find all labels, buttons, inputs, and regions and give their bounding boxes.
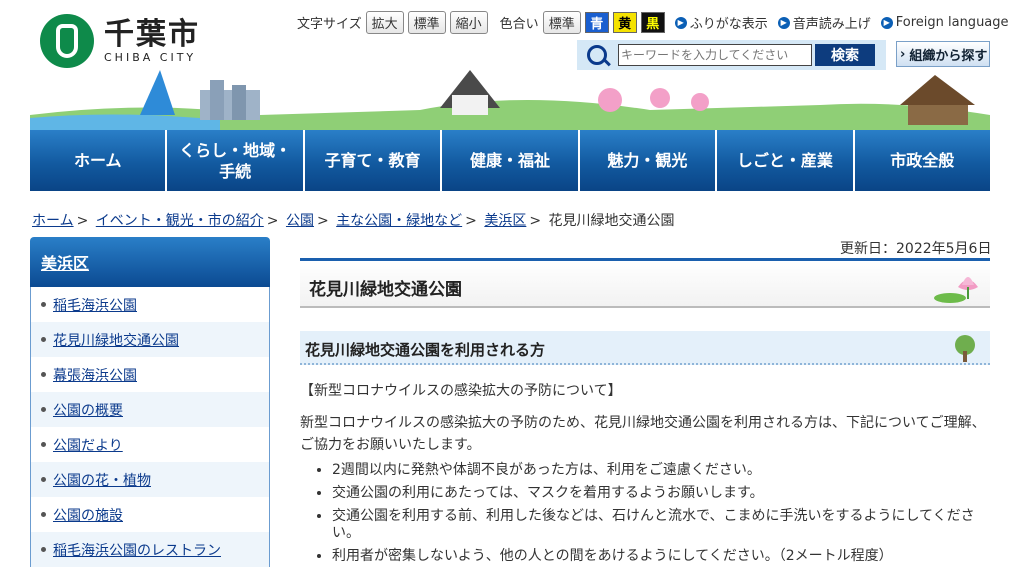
nav-home[interactable]: ホーム (30, 130, 168, 191)
list-item: 利用者が密集しないよう、他の人との間をあけるようにしてください。（2メートル程度… (332, 548, 990, 565)
updated-date: 更新日：2022年5月6日 (840, 241, 992, 257)
font-size-large-button[interactable]: 拡大 (365, 11, 404, 34)
search-button[interactable]: 検索 (815, 44, 875, 66)
search-area: 検索 (577, 40, 886, 70)
nav-city-admin[interactable]: 市政全般 (854, 130, 990, 191)
chevron-right-icon: › (900, 46, 906, 62)
notice-heading: 【新型コロナウイルスの感染拡大の予防について】 (300, 383, 622, 399)
bullet-icon (41, 547, 46, 552)
rules-list: 2週間以内に発熱や体調不良があった方は、利用をご遠慮ください。 交通公園の利用に… (300, 462, 990, 565)
header-illustration (0, 60, 1020, 132)
foreign-language-link[interactable]: ▶ Foreign language (880, 15, 1009, 30)
sidebar-link[interactable]: 公園の花・植物 (53, 470, 151, 490)
sidebar-link[interactable]: 稲毛海浜公園のレストラン (53, 540, 221, 560)
bullet-icon (41, 512, 46, 517)
sidebar-link[interactable]: 幕張海浜公園 (53, 365, 137, 385)
search-input[interactable] (618, 44, 812, 66)
list-item: 交通公園の利用にあたっては、マスクを着用するようお願いします。 (332, 485, 990, 502)
lotus-icon (934, 277, 978, 303)
site-header: 千葉市 CHIBA CITY 文字サイズ 拡大 標準 縮小 色合い 標準 青 黄… (0, 0, 1020, 132)
org-search-button[interactable]: › 組織から探す (896, 41, 990, 67)
sidebar-link[interactable]: 花見川緑地交通公園 (53, 330, 179, 350)
sidebar-link[interactable]: 稲毛海浜公園 (53, 295, 137, 315)
font-size-label: 文字サイズ (297, 17, 362, 32)
page-title-box: 花見川緑地交通公園 (300, 258, 990, 308)
global-nav: ホーム くらし・地域・ 手続 子育て・教育 健康・福祉 魅力・観光 しごと・産業… (30, 130, 990, 191)
sidebar-item: 花見川緑地交通公園 (31, 322, 269, 357)
sidebar-item: 稲毛海浜公園のレストラン (31, 532, 269, 567)
arrow-icon: ▶ (674, 16, 687, 29)
sidebar-item: 公園の施設 (31, 497, 269, 532)
voice-reading-link[interactable]: ▶ 音声読み上げ (777, 13, 871, 32)
sidebar-link[interactable]: 公園の施設 (53, 505, 123, 525)
logo-japanese: 千葉市 (104, 16, 200, 52)
sidebar-list: 稲毛海浜公園 花見川緑地交通公園 幕張海浜公園 公園の概要 公園だより 公園の花… (30, 287, 270, 567)
sidebar-link[interactable]: 公園だより (53, 435, 123, 455)
sidebar-item: 公園だより (31, 427, 269, 462)
sidebar-title-link[interactable]: 美浜区 (41, 250, 89, 274)
sidebar-link[interactable]: 公園の概要 (53, 400, 123, 420)
bullet-icon (41, 372, 46, 377)
logo-english: CHIBA CITY (104, 50, 197, 64)
sidebar: 美浜区 稲毛海浜公園 花見川緑地交通公園 幕張海浜公園 公園の概要 公園だより … (30, 237, 270, 580)
breadcrumb: ホーム > イベント・観光・市の紹介 > 公園 > 主な公園・緑地など > 美浜区 > 花… (32, 213, 675, 229)
nav-health[interactable]: 健康・福祉 (442, 130, 580, 191)
nav-living[interactable]: くらし・地域・ 手続 (167, 130, 305, 191)
color-label: 色合い (499, 17, 539, 32)
section-heading: 花見川緑地交通公園を利用される方 (305, 341, 546, 359)
furigana-link[interactable]: ▶ ふりがな表示 (674, 13, 768, 32)
sidebar-item: 幕張海浜公園 (31, 357, 269, 392)
sidebar-item: 公園の花・植物 (31, 462, 269, 497)
color-standard-button[interactable]: 標準 (542, 11, 581, 34)
nav-tourism[interactable]: 魅力・観光 (579, 130, 718, 191)
city-emblem-icon (40, 14, 94, 68)
intro-paragraph: 新型コロナウイルスの感染拡大の予防のため、花見川緑地交通公園を利用される方は、下… (300, 415, 986, 453)
tree-icon (955, 335, 975, 362)
section-heading-box: 花見川緑地交通公園を利用される方 (300, 331, 990, 365)
search-icon (587, 45, 607, 65)
nav-childcare[interactable]: 子育て・教育 (304, 130, 443, 191)
main-content: 【新型コロナウイルスの感染拡大の予防について】 新型コロナウイルスの感染拡大の予… (300, 380, 990, 571)
color-blue-button[interactable]: 青 (584, 12, 609, 33)
list-item: 交通公園を利用する前、利用した後などは、石けんと流水で、こまめに手洗いをするよう… (332, 508, 990, 542)
breadcrumb-parks[interactable]: 公園 (286, 213, 314, 229)
bullet-icon (41, 477, 46, 482)
sidebar-item: 稲毛海浜公園 (31, 287, 269, 322)
font-size-small-button[interactable]: 縮小 (449, 11, 488, 34)
arrow-icon: ▶ (777, 16, 790, 29)
bullet-icon (41, 442, 46, 447)
breadcrumb-home[interactable]: ホーム (32, 213, 74, 229)
color-yellow-button[interactable]: 黄 (612, 12, 637, 33)
nav-business[interactable]: しごと・産業 (717, 130, 855, 191)
breadcrumb-events[interactable]: イベント・観光・市の紹介 (96, 213, 264, 229)
breadcrumb-main-parks[interactable]: 主な公園・緑地など (336, 213, 462, 229)
list-item: 2週間以内に発熱や体調不良があった方は、利用をご遠慮ください。 (332, 462, 990, 479)
bullet-icon (41, 407, 46, 412)
sidebar-header: 美浜区 (30, 237, 270, 287)
breadcrumb-current: 花見川緑地交通公園 (548, 213, 675, 229)
city-logo[interactable]: 千葉市 CHIBA CITY (40, 14, 200, 68)
bullet-icon (41, 337, 46, 342)
color-black-button[interactable]: 黒 (640, 12, 665, 33)
utility-bar: 文字サイズ 拡大 標準 縮小 色合い 標準 青 黄 黒 ▶ ふりがな表示 ▶ 音声読… (297, 11, 1009, 34)
bullet-icon (41, 302, 46, 307)
breadcrumb-mihama[interactable]: 美浜区 (484, 213, 526, 229)
arrow-icon: ▶ (880, 16, 893, 29)
sidebar-item: 公園の概要 (31, 392, 269, 427)
font-size-standard-button[interactable]: 標準 (407, 11, 446, 34)
page-title: 花見川緑地交通公園 (309, 280, 462, 300)
